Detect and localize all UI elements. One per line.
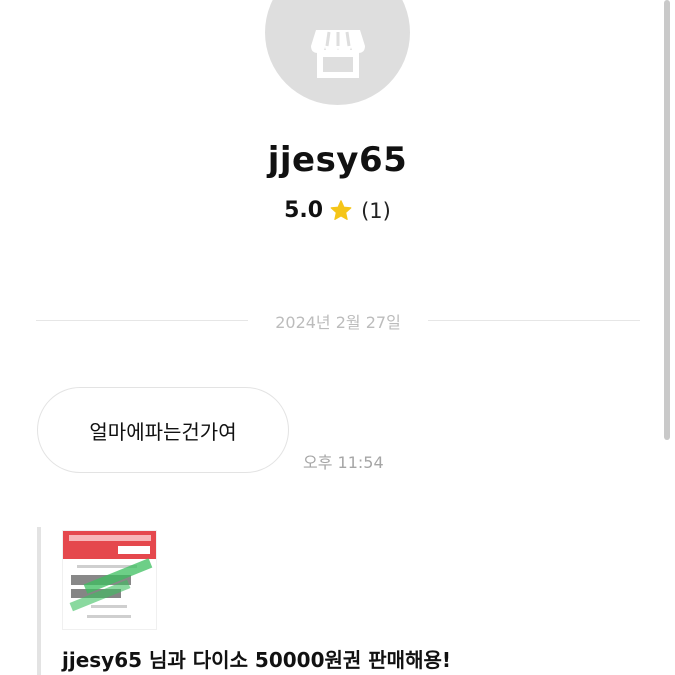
card-accent-bar	[37, 527, 41, 675]
thumbnail-line	[87, 615, 131, 618]
store-icon	[308, 0, 368, 84]
date-divider: 2024년 2월 27일	[275, 313, 401, 332]
product-card-title[interactable]: jjesy65 님과 다이소 50000원권 판매해용!	[62, 644, 451, 673]
thumbnail-line	[91, 605, 127, 608]
message-bubble[interactable]: 얼마에파는건가여	[37, 387, 289, 473]
divider	[36, 320, 248, 321]
shop-avatar[interactable]	[265, 0, 410, 105]
rating-value: 5.0	[284, 198, 324, 223]
message-text: 얼마에파는건가여	[89, 419, 237, 444]
seller-name[interactable]: jjesy65	[0, 140, 675, 180]
rating: 5.0 (1)	[0, 198, 675, 223]
message-time: 오후 11:54	[303, 453, 384, 472]
divider	[428, 320, 640, 321]
star-icon	[329, 199, 353, 223]
review-count[interactable]: (1)	[361, 199, 391, 223]
thumbnail-amount-box	[118, 546, 150, 554]
thumbnail-header-text	[69, 535, 151, 541]
product-thumbnail[interactable]	[62, 530, 157, 630]
